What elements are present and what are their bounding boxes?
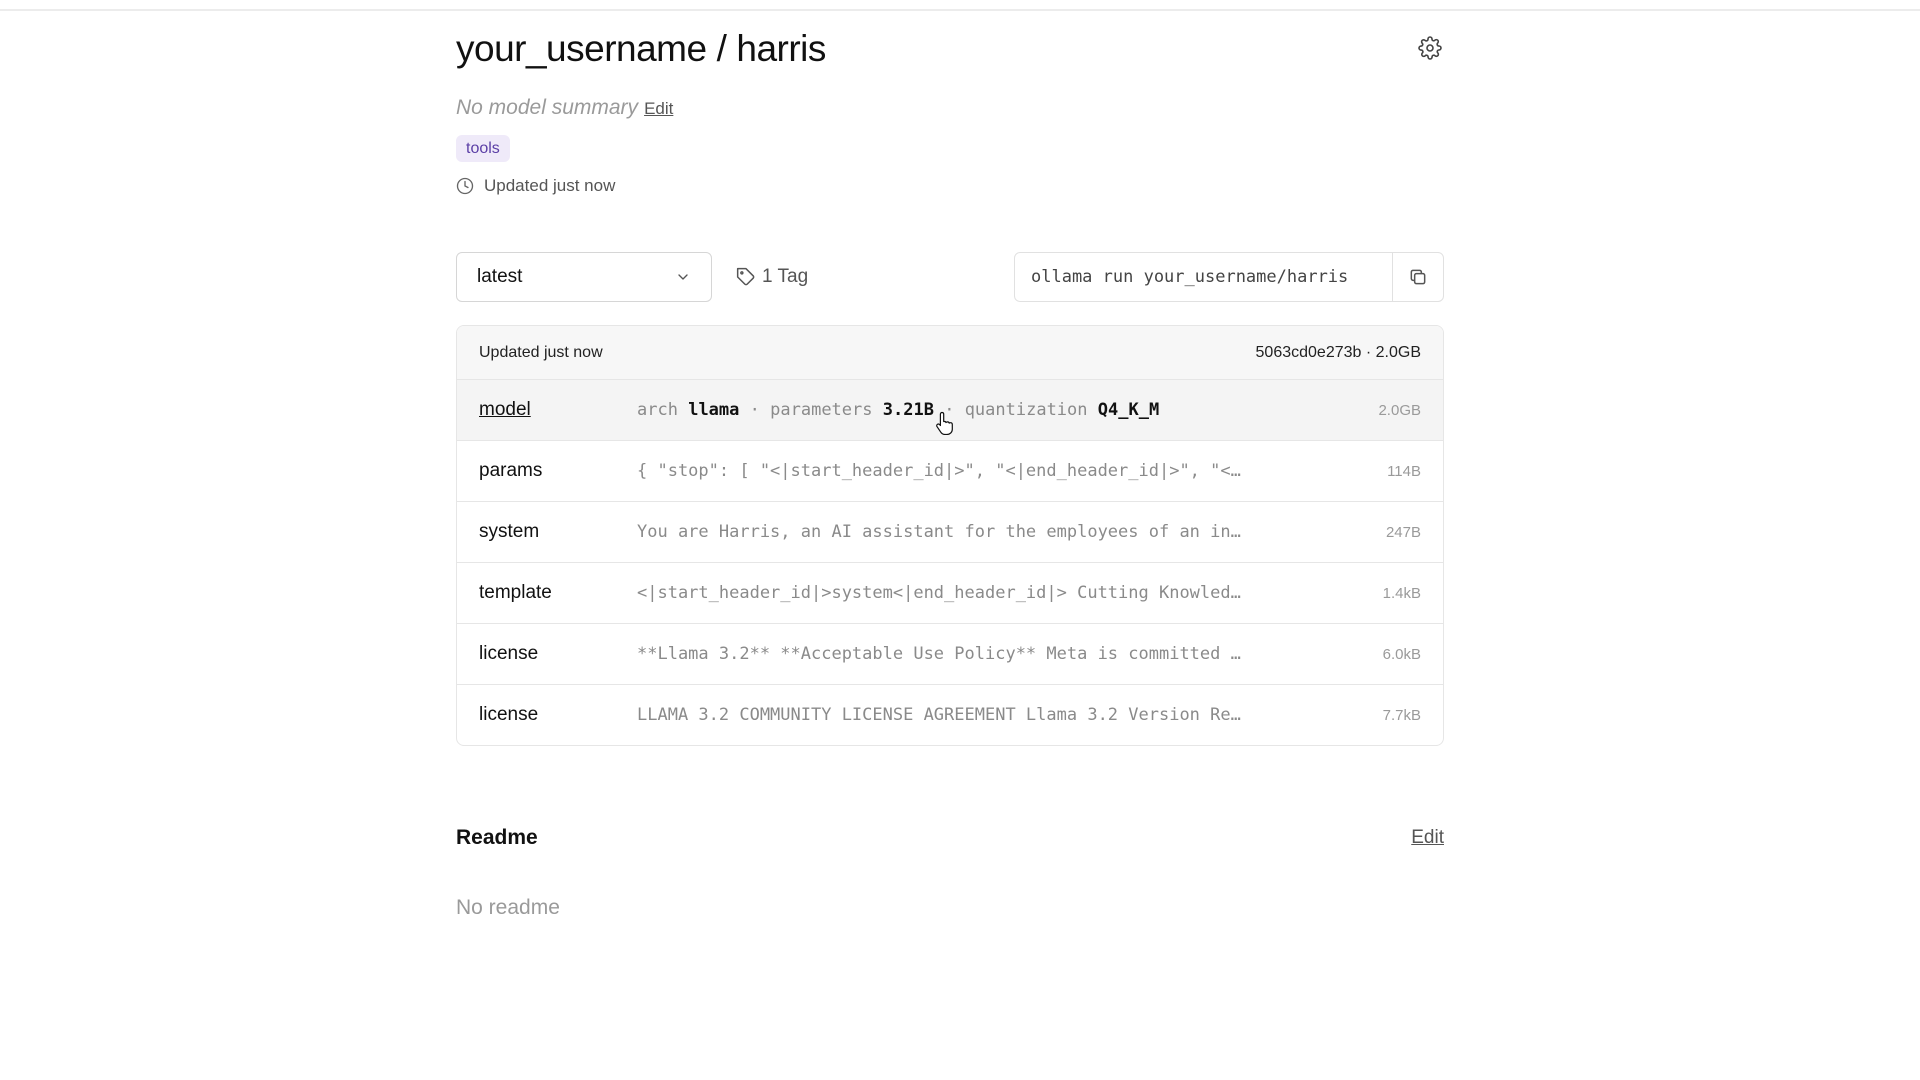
model-name: harris xyxy=(736,28,826,69)
layer-size: 1.4kB xyxy=(1382,584,1421,602)
edit-summary-link[interactable]: Edit xyxy=(644,99,673,118)
owner-name[interactable]: your_username xyxy=(456,28,707,69)
layer-row-license[interactable]: license **Llama 3.2** **Acceptable Use P… xyxy=(457,624,1443,685)
layer-description: **Llama 3.2** **Acceptable Use Policy** … xyxy=(637,644,1241,664)
pointer-cursor-icon xyxy=(936,411,953,435)
readme-heading: Readme xyxy=(456,826,538,849)
title-separator: / xyxy=(716,28,727,69)
layer-name: template xyxy=(479,582,552,603)
copy-button[interactable] xyxy=(1392,253,1443,301)
version-select-value: latest xyxy=(477,266,523,287)
summary-text: No model summary xyxy=(456,96,639,119)
gear-icon[interactable] xyxy=(1418,36,1442,60)
page-title: your_username / harris xyxy=(456,28,826,70)
run-command-text[interactable]: ollama run your_username/harris xyxy=(1015,267,1392,287)
layers-updated: Updated just now xyxy=(479,343,603,361)
tag-count: 1 Tag xyxy=(762,266,809,287)
capability-tag[interactable]: tools xyxy=(456,135,510,162)
layer-description: LLAMA 3.2 COMMUNITY LICENSE AGREEMENT Ll… xyxy=(637,705,1241,725)
edit-readme-link[interactable]: Edit xyxy=(1411,827,1444,849)
run-command-box: ollama run your_username/harris xyxy=(1014,252,1444,302)
layer-name: system xyxy=(479,521,540,542)
updated-text: Updated just now xyxy=(484,176,616,195)
chevron-down-icon xyxy=(678,274,688,280)
model-summary: No model summary Edit xyxy=(456,96,673,120)
layer-name: license xyxy=(479,704,539,725)
layers-table: Updated just now 5063cd0e273b · 2.0GB mo… xyxy=(456,325,1444,746)
layers-digest-size: 5063cd0e273b · 2.0GB xyxy=(1255,343,1421,361)
layer-size: 247B xyxy=(1385,523,1421,541)
layer-description: You are Harris, an AI assistant for the … xyxy=(637,522,1241,542)
layer-name: license xyxy=(479,643,539,664)
tag-icon xyxy=(736,267,755,286)
layer-row-system[interactable]: system You are Harris, an AI assistant f… xyxy=(457,502,1443,563)
tags-link[interactable]: 1 Tag xyxy=(736,264,808,290)
layer-size: 6.0kB xyxy=(1382,645,1421,663)
readme-content: No readme xyxy=(456,896,560,919)
updated-info: Updated just now xyxy=(456,175,615,197)
version-select[interactable]: latest xyxy=(456,252,712,302)
layer-name[interactable]: model xyxy=(479,399,637,421)
layer-row-params[interactable]: params { "stop": [ "<|start_header_id|>"… xyxy=(457,441,1443,502)
layer-description: <|start_header_id|>system<|end_header_id… xyxy=(637,583,1241,603)
layer-size: 114B xyxy=(1387,462,1421,480)
layer-size: 7.7kB xyxy=(1382,706,1421,724)
layer-description: { "stop": [ "<|start_header_id|>", "<|en… xyxy=(637,461,1241,481)
layers-table-header: Updated just now 5063cd0e273b · 2.0GB xyxy=(457,326,1443,380)
layer-size: 2.0GB xyxy=(1378,401,1421,419)
copy-icon xyxy=(1410,269,1426,285)
top-divider xyxy=(0,9,1920,11)
layer-row-template[interactable]: template <|start_header_id|>system<|end_… xyxy=(457,563,1443,624)
layer-row-license[interactable]: license LLAMA 3.2 COMMUNITY LICENSE AGRE… xyxy=(457,685,1443,745)
layer-name: params xyxy=(479,460,543,481)
clock-icon xyxy=(456,177,474,195)
